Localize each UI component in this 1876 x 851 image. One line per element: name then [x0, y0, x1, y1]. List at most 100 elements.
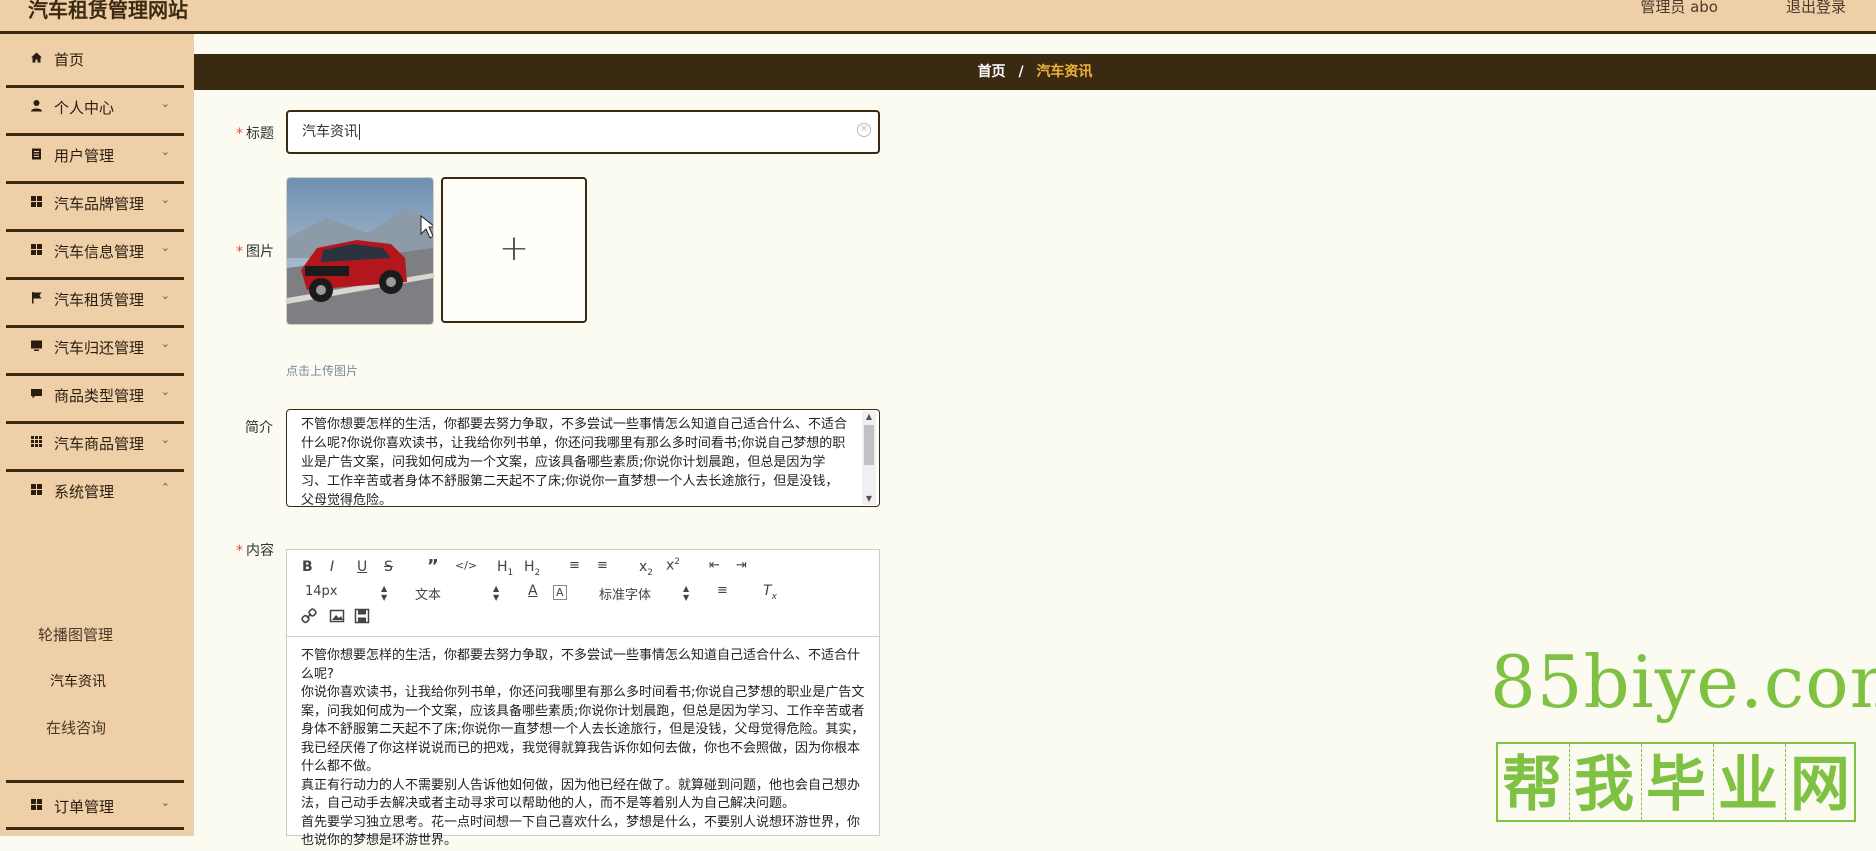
code-block-icon[interactable]: </> [455, 559, 477, 572]
sidebar-item-orders[interactable]: 订单管理 ⌄ [6, 780, 184, 830]
strikethrough-icon[interactable]: S [384, 559, 393, 575]
site-title: 汽车租赁管理网站 [28, 0, 188, 22]
image-label: * 图片 [236, 244, 274, 260]
sidebar-item-label: 用户管理 [54, 147, 115, 165]
sidebar-item-label: 汽车租赁管理 [54, 291, 145, 309]
grid-icon [30, 483, 43, 496]
chevron-down-icon: ⌄ [160, 241, 170, 254]
superscript-icon[interactable]: x2 [666, 557, 680, 574]
flag-icon [30, 291, 43, 304]
underline-icon[interactable]: U [357, 559, 367, 575]
editor-paragraph: 你说你喜欢读书，让我给你列书单，你还问我哪里有那么多时间看书;你说自己梦想的职业… [301, 685, 865, 774]
submenu-item-car-news[interactable]: 汽车资讯 [50, 671, 106, 691]
current-user: 管理员 abo [1640, 0, 1718, 16]
clear-format-icon[interactable]: Tx [763, 583, 777, 602]
title-input-value: 汽车资讯 [302, 124, 358, 140]
video-icon[interactable] [354, 608, 370, 628]
italic-icon[interactable]: I [330, 559, 334, 575]
editor-paragraph: 不管你想要怎样的生活，你都要去努力争取，不多尝试一些事情怎么知道自己适合什么、不… [301, 648, 861, 682]
sidebar-item-car-products[interactable]: 汽车商品管理 ⌄ [6, 418, 184, 472]
intro-scrollbar[interactable]: ▲ ▼ [862, 411, 876, 505]
watermark-cell: 我 [1570, 744, 1642, 820]
scroll-down-icon[interactable]: ▼ [862, 493, 876, 505]
content-label: * 内容 [236, 543, 274, 559]
align-icon[interactable]: ≡ [717, 583, 728, 598]
font-color-icon[interactable]: A [528, 583, 538, 599]
title-label: * 标题 [236, 126, 274, 142]
sidebar-item-label: 汽车信息管理 [54, 243, 145, 261]
home-icon [30, 51, 43, 64]
sidebar-item-label: 汽车品牌管理 [54, 195, 145, 213]
background-color-icon[interactable]: A [553, 585, 567, 600]
image-icon[interactable] [329, 608, 345, 628]
submenu-item-carousel[interactable]: 轮播图管理 [38, 624, 113, 645]
chevron-down-icon: ⌄ [160, 289, 170, 302]
breadcrumb-home[interactable]: 首页 [978, 64, 1006, 80]
chevron-down-icon: ⌄ [160, 337, 170, 350]
sidebar-item-label: 首页 [54, 51, 85, 69]
sidebar-item-label: 商品类型管理 [54, 387, 145, 405]
link-icon[interactable] [301, 608, 317, 628]
text-caret [359, 124, 360, 140]
grid-icon [30, 243, 43, 256]
sidebar-item-product-type[interactable]: 商品类型管理 ⌄ [6, 370, 184, 424]
title-input[interactable]: 汽车资讯 [286, 110, 880, 154]
editor-paragraph: 真正有行动力的人不需要别人告诉他如何做，因为他已经在做了。就算碰到问题，他也会自… [301, 777, 861, 812]
watermark-logo: 帮 我 毕 业 网 [1496, 742, 1856, 822]
submenu-item-online-consult[interactable]: 在线咨询 [46, 717, 106, 738]
chevron-up-icon: ⌃ [160, 481, 170, 494]
logout-link[interactable]: 退出登录 [1786, 0, 1846, 17]
intro-textarea[interactable]: 不管你想要怎样的生活，你都要去努力争取，不多尝试一些事情怎么知道自己适合什么、不… [286, 409, 880, 507]
sidebar-item-user-management[interactable]: 用户管理 ⌄ [6, 130, 184, 184]
scrollbar-thumb[interactable] [864, 425, 874, 465]
upload-image-button[interactable]: + [441, 177, 587, 323]
heading2-icon[interactable]: H2 [524, 559, 540, 578]
outdent-icon[interactable]: ⇤ [709, 558, 720, 573]
text-type-select[interactable]: 文本 ▲ ▼ [415, 584, 499, 603]
select-arrows-icon: ▲ ▼ [683, 584, 690, 602]
upload-hint: 点击上传图片 [286, 364, 359, 378]
breadcrumb-current: 汽车资讯 [1036, 64, 1093, 80]
chevron-down-icon: ⌄ [160, 433, 170, 446]
font-size-select[interactable]: 14px ▲ ▼ [305, 584, 387, 602]
sidebar-item-car-rental[interactable]: 汽车租赁管理 ⌄ [6, 274, 184, 328]
sidebar-item-car-return[interactable]: 汽车归还管理 ⌄ [6, 322, 184, 376]
editor-paragraph: 首先要学习独立思考。花一点时间想一下自己喜欢什么，梦想是什么，不要别人说想环游世… [301, 814, 861, 849]
heading1-icon[interactable]: H1 [497, 559, 513, 578]
bold-icon[interactable]: B [302, 559, 313, 575]
watermark-cell: 业 [1714, 744, 1786, 820]
top-header: 汽车租赁管理网站 管理员 abo 退出登录 [0, 0, 1876, 34]
ordered-list-icon[interactable]: ≡ [569, 558, 580, 573]
sidebar-item-car-info[interactable]: 汽车信息管理 ⌄ [6, 226, 184, 280]
uploaded-image-thumbnail[interactable] [286, 177, 434, 325]
watermark-cell: 帮 [1498, 744, 1570, 820]
sidebar-item-personal-center[interactable]: 个人中心 ⌄ [6, 82, 184, 136]
clipboard-icon [30, 147, 43, 160]
bullet-list-icon[interactable]: ≡ [597, 558, 608, 573]
blockquote-icon[interactable]: ” [427, 556, 439, 577]
indent-icon[interactable]: ⇥ [736, 558, 747, 573]
chevron-down-icon: ⌄ [160, 193, 170, 206]
editor-content[interactable]: 不管你想要怎样的生活，你都要去努力争取，不多尝试一些事情怎么知道自己适合什么、不… [301, 647, 867, 851]
sidebar-item-car-brand[interactable]: 汽车品牌管理 ⌄ [6, 178, 184, 232]
scroll-up-icon[interactable]: ▲ [862, 411, 876, 423]
monitor-icon [30, 339, 43, 352]
sidebar-item-label: 订单管理 [54, 798, 115, 816]
chevron-down-icon: ⌄ [160, 796, 170, 809]
required-mark: * [236, 126, 243, 142]
font-family-select[interactable]: 标准字体 ▲ ▼ [599, 584, 689, 603]
subscript-icon[interactable]: x2 [639, 559, 653, 578]
sidebar-item-home[interactable]: 首页 [6, 34, 184, 88]
sidebar-item-system[interactable]: 系统管理 ⌃ [6, 466, 184, 520]
watermark-text: 85biye.com [1490, 640, 1876, 724]
sidebar: 首页 个人中心 ⌄ 用户管理 ⌄ 汽车品牌管理 ⌄ 汽车信息管理 ⌄ 汽车租赁管… [0, 34, 194, 836]
required-mark: * [236, 543, 243, 559]
select-arrows-icon: ▲ ▼ [381, 584, 388, 602]
apps-icon [30, 435, 43, 448]
clear-icon[interactable]: × [857, 123, 871, 137]
chevron-down-icon: ⌄ [160, 385, 170, 398]
sidebar-item-label: 汽车商品管理 [54, 435, 145, 453]
sidebar-item-label: 系统管理 [54, 483, 115, 501]
chevron-down-icon: ⌄ [160, 97, 170, 110]
user-icon [30, 99, 43, 112]
